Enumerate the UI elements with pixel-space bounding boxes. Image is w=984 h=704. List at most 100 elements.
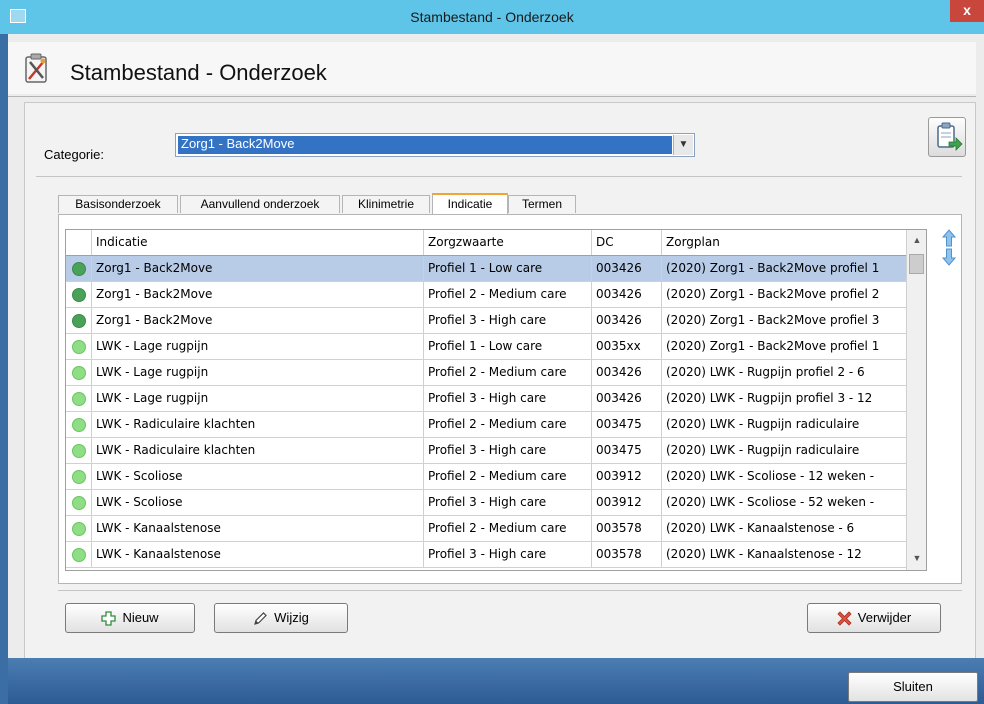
category-select-value: Zorg1 - Back2Move (178, 136, 672, 154)
cell-dc: 003578 (592, 516, 662, 541)
cell-indicatie: LWK - Radiculaire klachten (92, 412, 424, 437)
table-scrollbar[interactable]: ▲ ▼ (906, 230, 926, 570)
cell-status (66, 334, 92, 359)
table-row[interactable]: LWK - Radiculaire klachten Profiel 2 - Me… (66, 412, 906, 438)
column-header-dc[interactable]: DC (592, 230, 662, 255)
bottom-bar (8, 658, 984, 704)
cell-zorgzwaarte: Profiel 3 - High care (424, 542, 592, 567)
column-header-zorgzwaarte[interactable]: Zorgzwaarte (424, 230, 592, 255)
delete-button-label: Verwijder (857, 610, 912, 625)
cell-dc: 003426 (592, 256, 662, 281)
move-up-icon[interactable] (942, 229, 956, 247)
cell-status (66, 464, 92, 489)
pencil-icon (254, 612, 268, 625)
cell-status (66, 256, 92, 281)
indicatie-table: Indicatie Zorgzwaarte DC Zorgplan Zorg1 … (65, 229, 927, 571)
cell-indicatie: LWK - Kanaalstenose (92, 516, 424, 541)
cell-zorgplan: (2020) LWK - Scoliose - 12 weken - (666, 469, 875, 483)
cell-indicatie: LWK - Radiculaire klachten (92, 438, 424, 463)
category-label: Categorie: (44, 147, 104, 162)
cell-dc: 003912 (592, 464, 662, 489)
status-dot-icon (72, 340, 86, 354)
cell-indicatie: Zorg1 - Back2Move (92, 256, 424, 281)
cell-zorgplan: (2020) LWK - Rugpijn profiel 3 - 12 (666, 391, 873, 405)
cell-dc: 003912 (592, 490, 662, 515)
status-dot-icon (72, 470, 86, 484)
delete-button[interactable]: Verwijder (807, 603, 941, 633)
table-row[interactable]: LWK - Lage rugpijn Profiel 1 - Low care 00… (66, 334, 906, 360)
cell-status (66, 308, 92, 333)
table-row[interactable]: LWK - Scoliose Profiel 3 - High care 00391… (66, 490, 906, 516)
cell-status (66, 282, 92, 307)
cell-zorgzwaarte: Profiel 3 - High care (424, 386, 592, 411)
cell-indicatie: Zorg1 - Back2Move (92, 282, 424, 307)
cell-zorgzwaarte: Profiel 1 - Low care (424, 256, 592, 281)
header-divider (8, 96, 976, 97)
cell-zorgzwaarte: Profiel 2 - Medium care (424, 282, 592, 307)
table-row[interactable]: LWK - Lage rugpijn Profiel 2 - Medium car… (66, 360, 906, 386)
title-bar: Stambestand - Onderzoek (0, 0, 984, 34)
status-dot-icon (72, 392, 86, 406)
cell-zorgplan: (2020) LWK - Rugpijn profiel 2 - 6 (666, 365, 865, 379)
cell-status (66, 438, 92, 463)
cell-zorgplan: (2020) Zorg1 - Back2Move profiel 1 (666, 339, 880, 353)
scrollbar-thumb[interactable] (909, 254, 924, 274)
edit-button[interactable]: Wijzig (214, 603, 348, 633)
tab-klinimetrie[interactable]: Klinimetrie (342, 195, 430, 213)
table-row[interactable]: Zorg1 - Back2Move Profiel 2 - Medium care… (66, 282, 906, 308)
cell-zorgzwaarte: Profiel 3 - High care (424, 490, 592, 515)
buttons-divider (58, 590, 962, 591)
status-column-header[interactable] (66, 230, 92, 255)
cell-status (66, 490, 92, 515)
cell-zorgplan: (2020) LWK - Rugpijn radiculaire (666, 443, 860, 457)
table-row[interactable]: LWK - Kanaalstenose Profiel 3 - High care… (66, 542, 906, 568)
cell-dc: 0035xx (592, 334, 662, 359)
table-row[interactable]: Zorg1 - Back2Move Profiel 1 - Low care 003… (66, 256, 906, 282)
cell-zorgplan: (2020) LWK - Kanaalstenose - 6 (666, 521, 855, 535)
cell-zorgplan: (2020) Zorg1 - Back2Move profiel 3 (666, 313, 880, 327)
new-button[interactable]: Nieuw (65, 603, 195, 633)
cell-status (66, 542, 92, 567)
delete-x-icon (837, 611, 852, 626)
close-button[interactable]: Sluiten (848, 672, 978, 702)
cell-zorgplan: (2020) LWK - Rugpijn radiculaire (666, 417, 860, 431)
tools-clipboard-icon (25, 53, 47, 83)
cell-zorgplan: (2020) Zorg1 - Back2Move profiel 2 (666, 287, 880, 301)
cell-indicatie: LWK - Scoliose (92, 490, 424, 515)
scroll-up-icon[interactable]: ▲ (909, 232, 925, 248)
table-row[interactable]: LWK - Lage rugpijn Profiel 3 - High care 0… (66, 386, 906, 412)
table-row[interactable]: LWK - Radiculaire klachten Profiel 3 - Hi… (66, 438, 906, 464)
column-header-indicatie[interactable]: Indicatie (92, 230, 424, 255)
table-row[interactable]: Zorg1 - Back2Move Profiel 3 - High care 00… (66, 308, 906, 334)
cell-indicatie: Zorg1 - Back2Move (92, 308, 424, 333)
status-dot-icon (72, 444, 86, 458)
window-title: Stambestand - Onderzoek (410, 9, 574, 25)
scroll-down-icon[interactable]: ▼ (909, 550, 925, 566)
status-dot-icon (72, 288, 86, 302)
table-row[interactable]: LWK - Kanaalstenose Profiel 2 - Medium ca… (66, 516, 906, 542)
tab-basisonderzoek[interactable]: Basisonderzoek (58, 195, 178, 213)
table-row[interactable]: LWK - Scoliose Profiel 2 - Medium care 003… (66, 464, 906, 490)
column-header-zorgplan[interactable]: Zorgplan (662, 230, 906, 255)
status-dot-icon (72, 548, 86, 562)
cell-dc: 003426 (592, 308, 662, 333)
move-down-icon[interactable] (942, 248, 956, 266)
cell-indicatie: LWK - Lage rugpijn (92, 334, 424, 359)
tab-indicatie[interactable]: Indicatie (432, 193, 508, 214)
new-button-label: Nieuw (122, 610, 159, 625)
cell-indicatie: LWK - Scoliose (92, 464, 424, 489)
tab-termen[interactable]: Termen (508, 195, 576, 213)
export-button[interactable] (928, 117, 966, 157)
status-dot-icon (72, 496, 86, 510)
window-close-button[interactable]: x (950, 0, 984, 22)
status-dot-icon (72, 418, 86, 432)
cell-indicatie: LWK - Kanaalstenose (92, 542, 424, 567)
cell-status (66, 386, 92, 411)
chevron-down-icon[interactable]: ▼ (673, 135, 693, 155)
tab-aanvullend-onderzoek[interactable]: Aanvullend onderzoek (180, 195, 340, 213)
cell-status (66, 412, 92, 437)
category-select[interactable]: Zorg1 - Back2Move ▼ (175, 133, 695, 157)
cell-zorgplan: (2020) LWK - Kanaalstenose - 12 (666, 547, 862, 561)
edit-button-label: Wijzig (274, 610, 309, 625)
cell-zorgzwaarte: Profiel 2 - Medium care (424, 464, 592, 489)
